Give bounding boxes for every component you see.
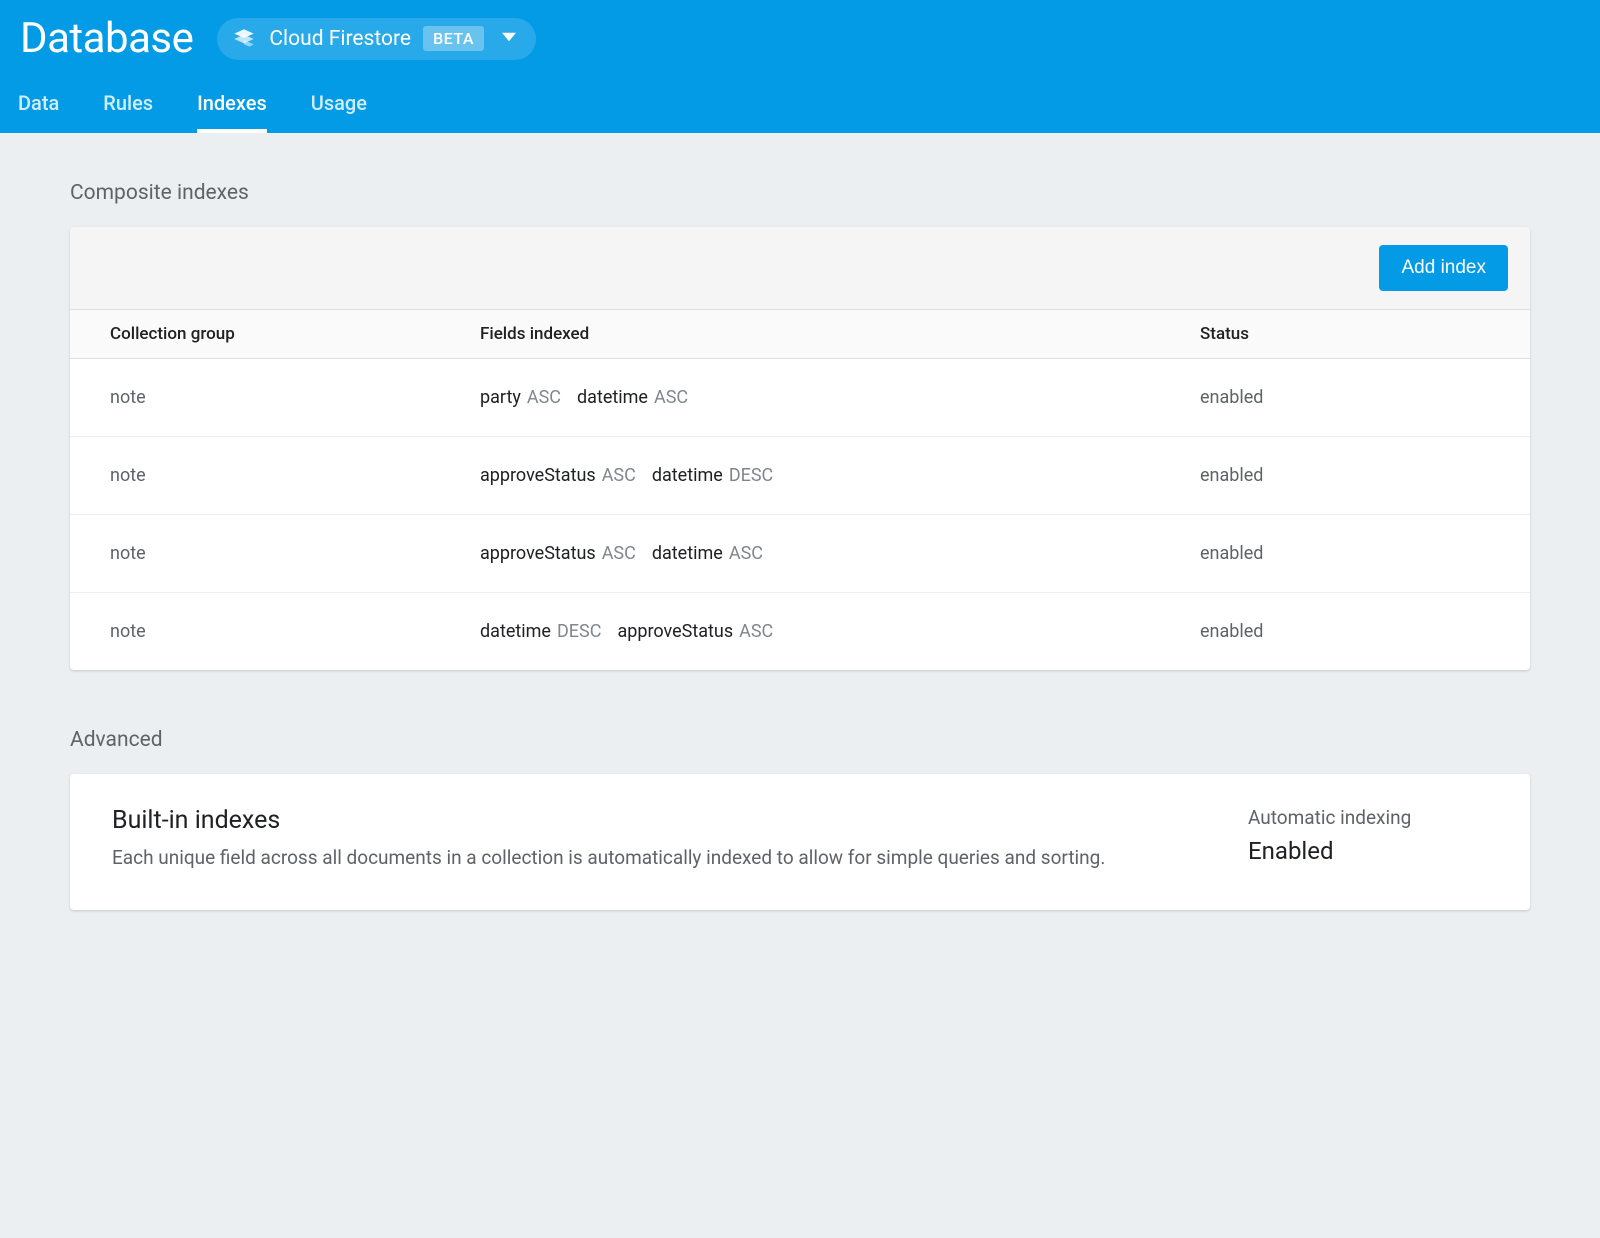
field-name: party [480,387,521,408]
field-name: approveStatus [617,621,733,642]
field-chip: datetime DESC [480,621,601,642]
field-chip: party ASC [480,387,561,408]
table-header: Collection group Fields indexed Status [70,310,1530,359]
col-header-group: Collection group [110,324,480,344]
cell-fields: datetime DESC approveStatus ASC [480,621,1200,642]
field-chip: datetime ASC [577,387,688,408]
cell-collection-group: note [110,621,480,642]
built-in-indexes-card: Built-in indexes Each unique field acros… [70,774,1530,910]
cell-status: enabled [1200,621,1490,642]
col-header-fields: Fields indexed [480,324,1200,344]
add-index-button[interactable]: Add index [1379,245,1508,291]
field-direction: ASC [602,465,636,486]
table-row[interactable]: noteparty ASC datetime ASC enabled [70,359,1530,437]
field-chip: approveStatus ASC [480,543,636,564]
field-name: datetime [577,387,648,408]
composite-section-title: Composite indexes [70,181,1530,205]
cell-status: enabled [1200,387,1490,408]
table-row[interactable]: noteapproveStatus ASC datetime ASC enabled [70,515,1530,593]
cell-status: enabled [1200,465,1490,486]
firestore-icon [231,26,257,52]
composite-indexes-card: Add index Collection group Fields indexe… [70,227,1530,670]
built-in-left: Built-in indexes Each unique field acros… [112,806,1208,872]
page-title: Database [20,14,193,63]
tab-usage[interactable]: Usage [311,91,367,133]
field-chip: approveStatus ASC [617,621,773,642]
field-name: datetime [652,543,723,564]
automatic-indexing-label: Automatic indexing [1248,806,1488,829]
table-row[interactable]: noteapproveStatus ASC datetime DESC enabled [70,437,1530,515]
database-selector[interactable]: Cloud Firestore BETA [217,18,536,60]
field-direction: DESC [557,621,601,642]
cell-fields: approveStatus ASC datetime DESC [480,465,1200,486]
card-toolbar: Add index [70,227,1530,310]
field-name: datetime [652,465,723,486]
field-chip: datetime DESC [652,465,773,486]
tab-rules[interactable]: Rules [103,91,153,133]
table-row[interactable]: notedatetime DESC approveStatus ASC enabled [70,593,1530,670]
field-chip: datetime ASC [652,543,763,564]
built-in-right: Automatic indexing Enabled [1248,806,1488,872]
built-in-title: Built-in indexes [112,806,1208,835]
automatic-indexing-value: Enabled [1248,837,1488,865]
field-name: datetime [480,621,551,642]
header: Database Cloud Firestore BETA Data Rules I… [0,0,1600,133]
cell-collection-group: note [110,543,480,564]
cell-status: enabled [1200,543,1490,564]
tab-indexes[interactable]: Indexes [197,91,267,133]
advanced-section-title: Advanced [70,728,1530,752]
field-direction: ASC [602,543,636,564]
field-direction: ASC [739,621,773,642]
tabs: Data Rules Indexes Usage [0,69,1600,133]
cell-fields: approveStatus ASC datetime ASC [480,543,1200,564]
tab-data[interactable]: Data [18,91,59,133]
field-direction: ASC [527,387,561,408]
chevron-down-icon [502,29,516,48]
field-chip: approveStatus ASC [480,465,636,486]
table-body: notepartyASCdatetimeASCenablednoteapprov… [70,359,1530,670]
content: Composite indexes Add index Collection g… [0,133,1600,970]
cell-collection-group: note [110,387,480,408]
field-direction: ASC [729,543,763,564]
field-direction: DESC [729,465,773,486]
database-selector-label: Cloud Firestore [269,27,411,51]
cell-fields: party ASC datetime ASC [480,387,1200,408]
field-name: approveStatus [480,465,596,486]
field-name: approveStatus [480,543,596,564]
header-top: Database Cloud Firestore BETA [0,0,1600,69]
field-direction: ASC [654,387,688,408]
cell-collection-group: note [110,465,480,486]
built-in-description: Each unique field across all documents i… [112,845,1208,872]
col-header-status: Status [1200,324,1490,344]
beta-badge: BETA [423,26,484,51]
